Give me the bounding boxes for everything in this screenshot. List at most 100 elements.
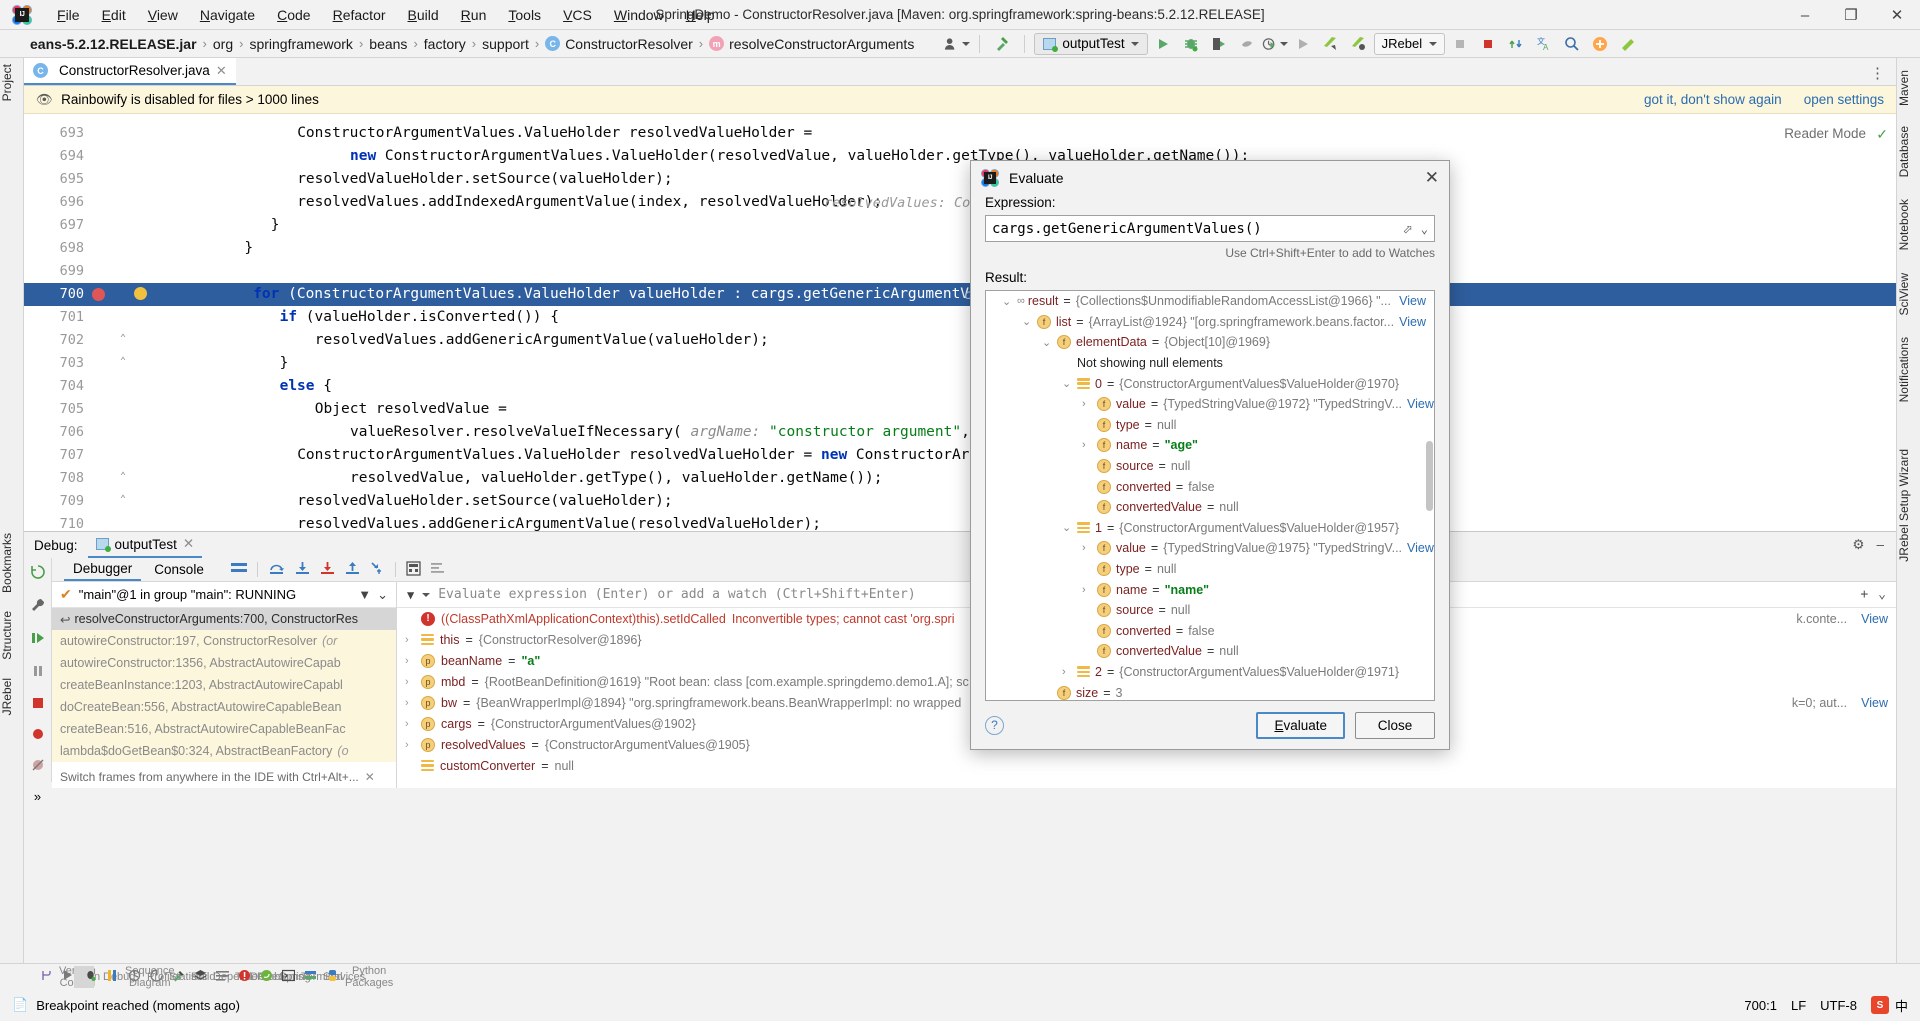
tool-window-debug[interactable]: Debug bbox=[74, 965, 135, 988]
minimize-icon[interactable]: – bbox=[1876, 537, 1884, 553]
close-button[interactable]: Close bbox=[1355, 711, 1435, 739]
run-to-cursor-icon[interactable] bbox=[370, 561, 385, 578]
filter-icon[interactable]: ▼ bbox=[358, 587, 371, 603]
banner-settings-link[interactable]: open settings bbox=[1804, 92, 1884, 107]
menu-item-edit[interactable]: Edit bbox=[91, 3, 137, 27]
close-button[interactable]: ✕ bbox=[1874, 0, 1920, 30]
frames-panel[interactable]: ✔ "main"@1 in group "main": RUNNING ▼ ⌄ … bbox=[52, 582, 397, 788]
editor-options-icon[interactable]: ⋮ bbox=[1870, 64, 1886, 82]
menu-item-run[interactable]: Run bbox=[450, 3, 498, 27]
frame-item[interactable]: createBeanInstance:1203, AbstractAutowir… bbox=[52, 674, 396, 696]
resume-icon[interactable] bbox=[30, 630, 46, 649]
code-line[interactable]: valueResolver.resolveValueIfNecessary( a… bbox=[350, 421, 1075, 444]
chevron-down-icon[interactable]: ⌄ bbox=[377, 587, 388, 603]
code-line[interactable]: } bbox=[271, 214, 280, 237]
tree-node[interactable]: ⌄ ∞ result = {Collections$UnmodifiableRandom… bbox=[986, 291, 1434, 312]
sidebar-item-structure[interactable]: Structure bbox=[0, 605, 24, 666]
step-into-icon[interactable] bbox=[295, 561, 310, 578]
view-link[interactable]: View bbox=[1861, 696, 1888, 710]
tool-window-profiler[interactable]: Profiler bbox=[118, 966, 182, 988]
expand-arrow-icon[interactable]: › bbox=[405, 676, 415, 688]
file-encoding[interactable]: UTF-8 bbox=[1820, 998, 1857, 1013]
step-out-icon[interactable] bbox=[345, 561, 360, 578]
result-scrollbar[interactable] bbox=[1426, 441, 1433, 511]
tree-node[interactable]: ⌄ f elementData = {Object[10]@1969} bbox=[986, 332, 1434, 353]
tool-window-statistic[interactable]: Statistic bbox=[140, 966, 208, 988]
tab-console[interactable]: Console bbox=[145, 559, 213, 580]
frame-item[interactable]: doCreateBean:556, AbstractAutowireCapabl… bbox=[52, 696, 396, 718]
frame-item[interactable]: autowireConstructor:197, ConstructorReso… bbox=[52, 630, 396, 652]
expand-arrow-icon[interactable]: › bbox=[405, 739, 415, 751]
settings-gear-icon[interactable]: ⚙ bbox=[1852, 537, 1864, 553]
frame-item[interactable]: createBean:516, AbstractAutowireCapableB… bbox=[52, 718, 396, 740]
tree-node[interactable]: Not showing null elements bbox=[986, 353, 1434, 374]
view-link[interactable]: View bbox=[1399, 294, 1426, 308]
tree-node[interactable]: f convertedValue = null bbox=[986, 641, 1434, 662]
breadcrumb-item[interactable]: C ConstructorResolver bbox=[541, 36, 697, 52]
chevron-down-icon[interactable]: ⌄ bbox=[1052, 518, 1072, 537]
menu-item-tools[interactable]: Tools bbox=[497, 3, 552, 27]
variable-row[interactable]: customConverter = null bbox=[397, 755, 1896, 776]
tree-node[interactable]: f converted = false bbox=[986, 476, 1434, 497]
view-link[interactable]: View bbox=[1407, 541, 1434, 555]
evaluate-expression-icon[interactable] bbox=[406, 560, 421, 579]
code-fold-icon[interactable]: ⌃ bbox=[120, 488, 126, 511]
tool-window-version-control[interactable]: Version Control bbox=[30, 962, 96, 992]
code-line[interactable]: resolvedValueHolder.setSource(valueHolde… bbox=[297, 490, 672, 513]
view-link[interactable]: View bbox=[1399, 315, 1426, 329]
filter-icon[interactable]: ▼ bbox=[407, 588, 414, 602]
ime-indicator[interactable]: S 中 bbox=[1870, 996, 1908, 1015]
frame-item[interactable]: lambda$doGetBean$0:324, AbstractBeanFact… bbox=[52, 740, 396, 762]
pause-icon[interactable] bbox=[30, 663, 46, 682]
mute-breakpoints-icon[interactable] bbox=[31, 758, 45, 775]
tree-node[interactable]: f size = 3 bbox=[986, 682, 1434, 700]
code-line[interactable]: for (ConstructorArgumentValues.ValueHold… bbox=[253, 283, 1056, 306]
code-line[interactable]: } bbox=[280, 352, 289, 375]
expand-arrow-icon[interactable]: › bbox=[405, 718, 415, 730]
close-icon[interactable]: ✕ bbox=[183, 536, 194, 552]
rerun-icon[interactable] bbox=[1290, 33, 1316, 55]
search-icon[interactable] bbox=[1559, 33, 1585, 55]
sidebar-item-maven[interactable]: Maven bbox=[1897, 64, 1920, 112]
view-link[interactable]: View bbox=[1861, 612, 1888, 626]
code-line[interactable]: resolvedValue, valueHolder.getType(), va… bbox=[350, 467, 883, 490]
code-line[interactable]: resolvedValues.addGenericArgumentValue(r… bbox=[297, 513, 821, 531]
frames-list[interactable]: ↩ resolveConstructorArguments:700, Constr… bbox=[52, 608, 396, 762]
chevron-right-icon[interactable]: › bbox=[1052, 663, 1072, 681]
tab-debugger[interactable]: Debugger bbox=[64, 558, 142, 581]
tree-node[interactable]: ⌄ f list = {ArrayList@1924} "[org.springfram… bbox=[986, 312, 1434, 333]
breadcrumb-item[interactable]: org bbox=[209, 36, 237, 52]
line-separator[interactable]: LF bbox=[1791, 998, 1806, 1013]
chevron-right-icon[interactable]: › bbox=[1072, 581, 1092, 599]
tool-window-todo[interactable]: TODO bbox=[206, 966, 267, 988]
expression-input[interactable]: cargs.getGenericArgumentValues() ⬀ ⌄ bbox=[985, 215, 1435, 242]
expand-arrow-icon[interactable]: › bbox=[405, 634, 415, 646]
frame-item[interactable]: ↩ resolveConstructorArguments:700, Constr… bbox=[52, 608, 396, 630]
tool-window-build[interactable]: Build bbox=[162, 966, 215, 988]
breadcrumb-item[interactable]: factory bbox=[420, 36, 470, 52]
close-icon[interactable]: ✕ bbox=[1425, 168, 1439, 188]
chevron-down-icon[interactable]: ⌄ bbox=[1052, 374, 1072, 393]
sidebar-item-bookmarks[interactable]: Bookmarks bbox=[0, 527, 24, 599]
code-line[interactable]: ConstructorArgumentValues.ValueHolder re… bbox=[297, 122, 812, 145]
menu-item-window[interactable]: Window bbox=[603, 3, 675, 27]
chevron-down-icon[interactable]: ⌄ bbox=[992, 292, 1012, 311]
tree-node[interactable]: › f value = {TypedStringValue@1972} "TypedSt… bbox=[986, 394, 1434, 415]
sidebar-item-jrebel-setup[interactable]: JRebel Setup Wizard bbox=[1897, 443, 1920, 568]
sidebar-item-notebook[interactable]: Notebook bbox=[1897, 193, 1920, 256]
stop-icon[interactable] bbox=[31, 696, 45, 713]
sidebar-item-jrebel[interactable]: JRebel bbox=[0, 672, 24, 721]
sidebar-item-project[interactable]: Project bbox=[0, 58, 24, 107]
tree-node[interactable]: › f name = "age" bbox=[986, 435, 1434, 456]
tool-window-python-packages[interactable]: Python Packages bbox=[316, 962, 393, 992]
code-line[interactable]: resolvedValueHolder.setSource(valueHolde… bbox=[297, 168, 672, 191]
jrebel-selector[interactable]: JRebel bbox=[1373, 32, 1446, 55]
run-icon[interactable] bbox=[1150, 33, 1176, 55]
caret-position[interactable]: 700:1 bbox=[1744, 998, 1777, 1013]
menu-item-view[interactable]: View bbox=[137, 3, 189, 27]
sidebar-item-sciview[interactable]: SciView bbox=[1897, 267, 1920, 321]
tree-node[interactable]: › f name = "name" bbox=[986, 579, 1434, 600]
debug-session-tab[interactable]: outputTest ✕ bbox=[87, 533, 203, 558]
code-fold-icon[interactable]: ⌃ bbox=[120, 465, 126, 488]
breadcrumb-item[interactable]: eans-5.2.12.RELEASE.jar bbox=[26, 36, 201, 52]
